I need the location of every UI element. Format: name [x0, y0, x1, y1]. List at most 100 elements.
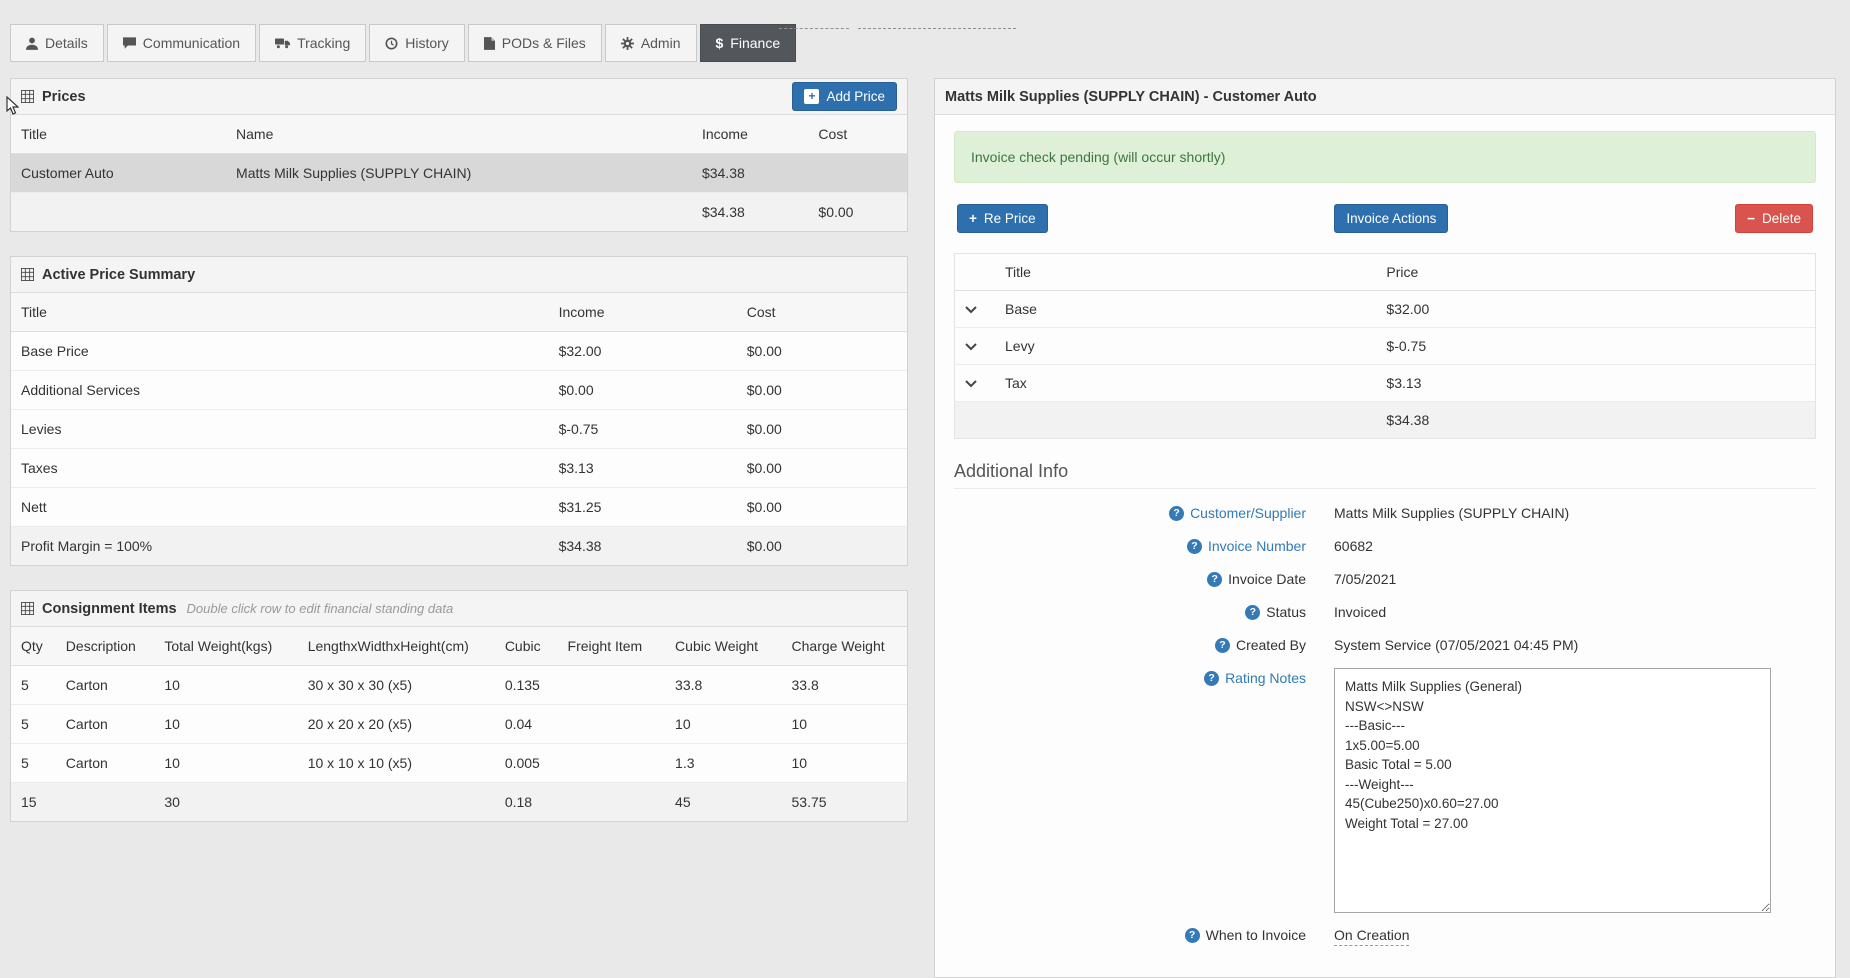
invoice-pending-alert: Invoice check pending (will occur shortl… [954, 131, 1816, 183]
summary-panel-header: Active Price Summary [11, 257, 907, 293]
info-row-invoice-number: ? Invoice Number 60682 [954, 536, 1816, 557]
prices-table: Title Name Income Cost Customer Auto Mat… [11, 115, 907, 231]
invoice-panel-header: Matts Milk Supplies (SUPPLY CHAIN) - Cus… [935, 79, 1835, 115]
consignment-row[interactable]: 5 Carton 10 30 x 30 x 30 (x5) 0.135 33.8… [11, 665, 907, 705]
column-header-income: Income [691, 115, 809, 154]
table-header-row: Title Income Cost [11, 293, 907, 332]
consignment-row[interactable]: 5 Carton 10 20 x 20 x 20 (x5) 0.04 10 10 [11, 704, 907, 744]
table-header-row: Title Price [955, 254, 1815, 291]
cell-charge-weight: 33.8 [781, 665, 907, 705]
cell-cost: $0.00 [736, 487, 907, 527]
column-header-total-weight: Total Weight(kgs) [154, 627, 298, 666]
cell-title: Levy [995, 327, 1377, 365]
re-price-button[interactable]: + Re Price [957, 204, 1048, 233]
summary-row: Nett $31.25 $0.00 [11, 487, 907, 527]
tab-label: Tracking [297, 35, 351, 51]
price-row[interactable]: Customer Auto Matts Milk Supplies (SUPPL… [11, 153, 907, 193]
consignment-row[interactable]: 5 Carton 10 10 x 10 x 10 (x5) 0.005 1.3 … [11, 743, 907, 783]
cell-title: Base [995, 290, 1377, 328]
cell-description: Carton [55, 665, 155, 705]
cell-charge-weight: 10 [781, 743, 907, 783]
cell-description: Carton [55, 743, 155, 783]
cell-qty: 5 [11, 743, 56, 783]
invoice-actions-button[interactable]: Invoice Actions [1334, 204, 1449, 233]
rating-notes-textarea[interactable]: Matts Milk Supplies (General) NSW<>NSW -… [1334, 668, 1771, 913]
summary-row: Levies $-0.75 $0.00 [11, 409, 907, 449]
cell-dimensions: 20 x 20 x 20 (x5) [297, 704, 495, 744]
column-header-price: Price [1376, 254, 1815, 291]
when-to-invoice-value[interactable]: On Creation [1334, 927, 1410, 946]
totals-row: $34.38 $0.00 [11, 192, 907, 231]
column-header-title: Title [995, 254, 1377, 291]
summary-row: Taxes $3.13 $0.00 [11, 448, 907, 488]
help-icon[interactable]: ? [1245, 605, 1261, 620]
speech-bubble-icon [122, 37, 136, 49]
cell-cubic: 0.135 [494, 665, 558, 705]
table-header-row: Qty Description Total Weight(kgs) Length… [11, 627, 907, 666]
plus-icon: + [969, 211, 977, 226]
chevron-down-icon[interactable] [965, 343, 977, 351]
add-price-button[interactable]: + Add Price [792, 82, 897, 111]
cell-total-weight: 10 [154, 743, 298, 783]
cell-income: $34.38 [691, 153, 809, 193]
invoice-number-label[interactable]: Invoice Number [1208, 536, 1306, 557]
cell-income: $3.13 [548, 448, 737, 488]
invoice-price-row-base[interactable]: Base $32.00 [955, 290, 1815, 328]
cell-cost: $0.00 [736, 409, 907, 449]
help-icon[interactable]: ? [1186, 539, 1202, 554]
column-header-cost: Cost [808, 115, 907, 154]
help-icon[interactable]: ? [1184, 928, 1200, 943]
cell-cost: $0.00 [736, 448, 907, 488]
tab-admin[interactable]: Admin [604, 24, 697, 62]
cell-price: $3.13 [1376, 364, 1815, 402]
tab-label: PODs & Files [501, 35, 586, 51]
cell-freight-item [557, 665, 666, 705]
cell-title: Tax [995, 364, 1377, 402]
tab-tracking[interactable]: Tracking [259, 24, 367, 62]
help-icon[interactable]: ? [1169, 506, 1185, 521]
invoice-price-total: $34.38 [1376, 401, 1815, 438]
cell-cost: $0.00 [736, 331, 907, 371]
help-icon[interactable]: ? [1214, 638, 1230, 653]
created-by-label: Created By [1235, 637, 1306, 653]
invoice-price-table-container: Title Price Base $32.00 Levy $-0.75 Tax … [954, 253, 1816, 439]
cell-cost [808, 153, 907, 193]
re-price-label: Re Price [983, 211, 1036, 226]
cell-income: $32.00 [548, 331, 737, 371]
tab-communication[interactable]: Communication [106, 24, 257, 62]
info-row-status: ? Status Invoiced [954, 602, 1816, 623]
dollar-icon: $ [715, 35, 724, 51]
invoice-panel-body: Invoice check pending (will occur shortl… [935, 115, 1835, 977]
invoice-number-value: 60682 [1334, 538, 1373, 554]
cell-title: Taxes [11, 448, 549, 488]
help-icon[interactable]: ? [1207, 572, 1223, 587]
cell-name: Matts Milk Supplies (SUPPLY CHAIN) [226, 153, 692, 193]
invoice-price-row-levy[interactable]: Levy $-0.75 [955, 327, 1815, 365]
chevron-down-icon[interactable] [965, 306, 977, 314]
tab-history[interactable]: History [369, 24, 465, 62]
chevron-down-icon[interactable] [965, 380, 977, 388]
cell-cost: $0.00 [736, 526, 907, 565]
status-label: Status [1266, 604, 1306, 620]
tab-details[interactable]: Details [10, 24, 104, 62]
tab-label: Details [45, 35, 88, 51]
column-header-cubic-weight: Cubic Weight [665, 627, 782, 666]
table-icon [21, 602, 34, 615]
invoice-date-value: 7/05/2021 [1334, 571, 1397, 587]
add-price-label: Add Price [826, 89, 885, 104]
plus-icon: + [804, 89, 820, 104]
delete-button[interactable]: − Delete [1735, 204, 1813, 233]
file-icon [483, 36, 495, 50]
minus-icon: − [1747, 211, 1755, 226]
totals-row: 15 30 0.18 45 53.75 [11, 782, 907, 821]
rating-notes-label[interactable]: Rating Notes [1225, 668, 1306, 689]
invoice-date-label: Invoice Date [1228, 571, 1306, 587]
invoice-price-row-tax[interactable]: Tax $3.13 [955, 364, 1815, 402]
help-icon[interactable]: ? [1204, 671, 1220, 686]
cell-cubic: 0.04 [494, 704, 558, 744]
cell-dimensions: 10 x 10 x 10 (x5) [297, 743, 495, 783]
customer-supplier-label[interactable]: Customer/Supplier [1190, 503, 1306, 524]
panel-title: Consignment Items [42, 600, 177, 617]
tab-pods-files[interactable]: PODs & Files [467, 24, 602, 62]
cell-income: $31.25 [548, 487, 737, 527]
